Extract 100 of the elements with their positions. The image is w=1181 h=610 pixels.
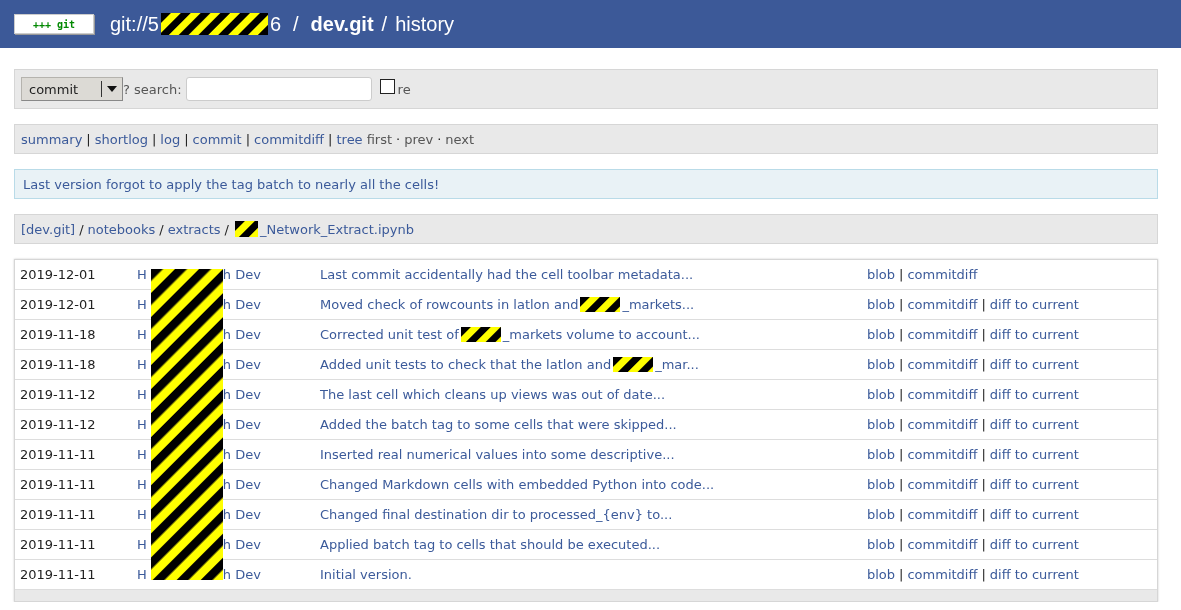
link-separator: | <box>151 131 157 147</box>
commit-subject[interactable]: _mar... <box>655 357 699 372</box>
author-link[interactable]: H <box>137 297 147 312</box>
commit-subject[interactable]: Added the batch tag to some cells that were skipped... <box>320 417 677 432</box>
action-link[interactable]: blob <box>867 477 896 492</box>
author-link[interactable]: H <box>137 387 147 402</box>
paging-label: prev <box>404 131 434 147</box>
action-link[interactable]: blob <box>867 267 896 282</box>
action-link[interactable]: blob <box>867 357 896 372</box>
author-link[interactable]: h Dev <box>222 417 261 432</box>
link-separator: | <box>899 357 904 372</box>
action-link[interactable]: diff to current <box>989 357 1079 372</box>
action-link[interactable]: commitdiff <box>907 537 978 552</box>
search-type-select[interactable]: commit <box>21 77 123 101</box>
commit-subject[interactable]: Changed Markdown cells with embedded Python into code... <box>320 477 715 492</box>
project-name[interactable]: git://5 <box>110 12 159 36</box>
commit-subject[interactable]: Last commit accidentally had the cell toolbar metadata... <box>320 267 694 282</box>
action-link[interactable]: commitdiff <box>907 507 978 522</box>
nav-link[interactable]: commitdiff <box>254 131 325 147</box>
nav-link[interactable]: tree <box>336 131 363 147</box>
action-link[interactable]: commitdiff <box>907 387 978 402</box>
action-link[interactable]: blob <box>867 507 896 522</box>
commit-subject[interactable]: Initial version. <box>320 567 412 582</box>
author-link[interactable]: h Dev <box>222 297 261 312</box>
path-separator: / <box>381 12 388 36</box>
regex-checkbox[interactable] <box>379 78 395 94</box>
link-separator: | <box>899 447 904 462</box>
link-separator: | <box>981 297 986 312</box>
action-link[interactable]: commitdiff <box>907 297 978 312</box>
author-link[interactable]: h Dev <box>222 267 261 282</box>
author-link[interactable]: H <box>137 327 147 342</box>
link-separator: | <box>981 327 986 342</box>
author-link[interactable]: H <box>137 507 147 522</box>
commit-subject[interactable]: _markets volume to account... <box>502 327 700 342</box>
breadcrumb-link[interactable]: extracts <box>167 221 221 237</box>
action-link[interactable]: blob <box>867 447 896 462</box>
commit-subject[interactable]: Corrected unit test of <box>320 327 459 342</box>
action-link[interactable]: diff to current <box>989 537 1079 552</box>
action-link[interactable]: diff to current <box>989 417 1079 432</box>
action-link[interactable]: diff to current <box>989 327 1079 342</box>
git-logo[interactable]: +++ git <box>14 14 94 34</box>
action-link[interactable]: commitdiff <box>907 477 978 492</box>
author-link[interactable]: H <box>137 417 147 432</box>
search-field[interactable] <box>185 77 372 101</box>
action-link[interactable]: diff to current <box>989 297 1079 312</box>
nav-link[interactable]: log <box>160 131 181 147</box>
nav-link[interactable]: summary <box>21 131 83 147</box>
action-link[interactable]: blob <box>867 537 896 552</box>
author-link[interactable]: h Dev <box>222 567 261 582</box>
author-link[interactable]: h Dev <box>222 507 261 522</box>
link-separator: | <box>981 357 986 372</box>
author-link[interactable]: H <box>137 537 147 552</box>
commit-subject[interactable]: Applied batch tag to cells that should be executed... <box>320 537 661 552</box>
action-link[interactable]: commitdiff <box>907 327 978 342</box>
commit-subject[interactable]: The last cell which cleans up views was out of date... <box>320 387 666 402</box>
action-link[interactable]: blob <box>867 567 896 582</box>
author-link[interactable]: h Dev <box>222 477 261 492</box>
commit-subject[interactable]: Changed final destination dir to processed_{env} to... <box>320 507 673 522</box>
action-link[interactable]: blob <box>867 417 896 432</box>
commit-subject[interactable]: Moved check of rowcounts in latlon and <box>320 297 579 312</box>
action-link[interactable]: commitdiff <box>907 567 978 582</box>
action-link[interactable]: diff to current <box>989 387 1079 402</box>
author-link[interactable]: H <box>137 357 147 372</box>
path-separator: / <box>293 12 299 36</box>
date-cell-text: 2019-11-11 <box>20 537 97 552</box>
commit-subject[interactable]: Inserted real numerical values into some descriptive... <box>320 447 675 462</box>
action-link[interactable]: commitdiff <box>907 267 978 282</box>
regex-label: re <box>397 81 411 97</box>
link-separator: | <box>981 537 986 552</box>
link-separator: | <box>981 417 986 432</box>
breadcrumb-file[interactable]: _Network_Extract.ipynb <box>260 221 414 237</box>
paging-separator: · <box>437 131 442 147</box>
breadcrumb-link[interactable]: [dev.git] <box>21 221 76 237</box>
date-cell-text: 2019-11-12 <box>20 387 97 402</box>
commit-subject[interactable]: _markets... <box>622 297 695 312</box>
author-link[interactable]: h Dev <box>222 537 261 552</box>
action-link[interactable]: commitdiff <box>907 447 978 462</box>
action-link[interactable]: commitdiff <box>907 357 978 372</box>
author-link[interactable]: H <box>137 567 147 582</box>
action-link[interactable]: diff to current <box>989 567 1079 582</box>
repo-name[interactable]: dev.git <box>310 12 374 36</box>
author-link[interactable]: H <box>137 477 147 492</box>
action-link[interactable]: commitdiff <box>907 417 978 432</box>
author-link[interactable]: h Dev <box>222 387 261 402</box>
author-link[interactable]: h Dev <box>222 357 261 372</box>
action-link[interactable]: diff to current <box>989 477 1079 492</box>
action-link[interactable]: blob <box>867 327 896 342</box>
commit-subject[interactable]: Added unit tests to check that the latlon and <box>320 357 612 372</box>
author-link[interactable]: H <box>137 267 147 282</box>
breadcrumb-link[interactable]: notebooks <box>87 221 156 237</box>
action-link[interactable]: diff to current <box>989 507 1079 522</box>
action-link[interactable]: blob <box>867 387 896 402</box>
nav-link[interactable]: commit <box>192 131 242 147</box>
project-name[interactable]: 6 <box>269 12 282 36</box>
author-link[interactable]: h Dev <box>222 327 261 342</box>
author-link[interactable]: h Dev <box>222 447 261 462</box>
action-link[interactable]: blob <box>867 297 896 312</box>
author-link[interactable]: H <box>137 447 147 462</box>
nav-link[interactable]: shortlog <box>94 131 148 147</box>
action-link[interactable]: diff to current <box>989 447 1079 462</box>
